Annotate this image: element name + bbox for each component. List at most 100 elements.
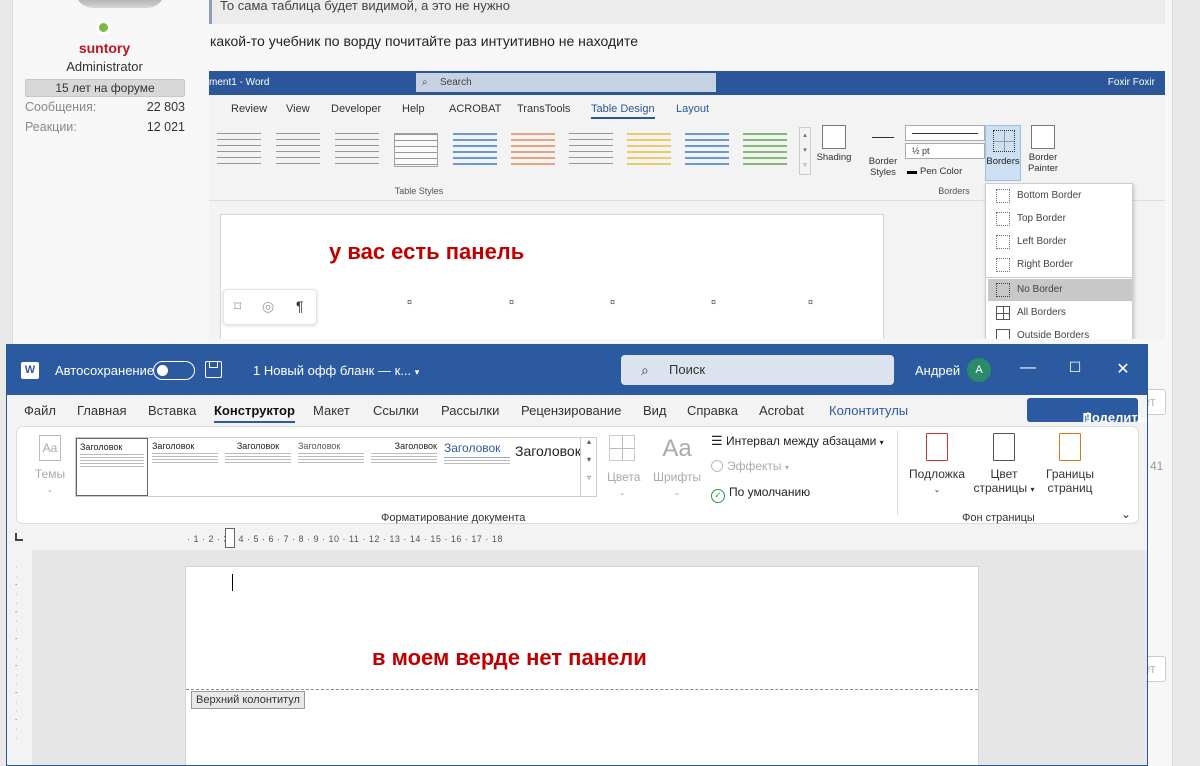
username[interactable]: suntory bbox=[24, 40, 185, 56]
tab-review[interactable]: Review bbox=[231, 103, 267, 115]
collapse-ribbon-icon[interactable]: ⌄ bbox=[1121, 507, 1131, 521]
tab-stop-selector[interactable] bbox=[15, 533, 23, 541]
horizontal-ruler[interactable]: · 1 · 2 · 3 · 4 · 5 · 6 · 7 · 8 · 9 · 10… bbox=[7, 528, 1147, 550]
tab-layout[interactable]: Макет bbox=[313, 403, 350, 418]
tab-file[interactable]: Файл bbox=[24, 403, 56, 418]
tab-view[interactable]: Вид bbox=[643, 403, 667, 418]
page-borders-label-2: страниц bbox=[1047, 481, 1093, 495]
tab-transtools[interactable]: TransTools bbox=[517, 103, 570, 115]
pilcrow-icon[interactable]: ¶ bbox=[296, 298, 304, 314]
style-set[interactable]: Заголовок bbox=[368, 438, 440, 496]
tab-design[interactable]: Конструктор bbox=[214, 403, 295, 423]
style-set[interactable]: Заголовок bbox=[441, 438, 513, 496]
page-color-button[interactable]: Цвет страницы ▾ bbox=[969, 433, 1039, 495]
table-style[interactable] bbox=[743, 133, 787, 167]
border-styles-label-2: Styles bbox=[870, 167, 896, 178]
shading-button[interactable]: Shading bbox=[813, 125, 855, 163]
autosave-label: Автосохранение bbox=[55, 363, 155, 378]
vertical-ruler[interactable]: · · - · · - · · - · · - · · - · · - · · bbox=[15, 563, 25, 763]
table-style[interactable] bbox=[394, 133, 438, 167]
tab-help[interactable]: Справка bbox=[687, 403, 738, 418]
avatar[interactable] bbox=[75, 0, 165, 8]
table-style[interactable] bbox=[627, 133, 671, 167]
set-default-button[interactable]: ✓ По умолчанию bbox=[711, 485, 810, 503]
search-box[interactable]: ⌕ Search bbox=[416, 73, 716, 92]
border-painter-button[interactable]: Border Painter bbox=[1023, 125, 1063, 174]
menu-item-right-border[interactable]: Right Border bbox=[988, 254, 1132, 276]
style-set[interactable]: Заголовок bbox=[295, 438, 367, 496]
tab-references[interactable]: Ссылки bbox=[373, 403, 419, 418]
gallery-scroll[interactable]: ▴ ▾ ▿ bbox=[580, 437, 597, 497]
maximize-icon[interactable]: ☐ bbox=[1065, 359, 1085, 376]
menu-item-all-borders[interactable]: All Borders bbox=[988, 302, 1132, 324]
bookmark-icon[interactable]: ⌑ bbox=[234, 298, 241, 315]
save-icon[interactable] bbox=[205, 361, 222, 378]
document-page[interactable]: у вас есть панель ¤ ¤ ¤ ¤ ¤ ¤ ⌑ ◎ ¶ bbox=[220, 214, 884, 339]
tab-help[interactable]: Help bbox=[402, 103, 425, 115]
indent-marker[interactable] bbox=[225, 528, 235, 548]
page-color-icon bbox=[993, 433, 1015, 461]
table-style[interactable] bbox=[569, 133, 613, 167]
tab-table-design[interactable]: Table Design bbox=[591, 103, 655, 119]
pen-weight-dropdown[interactable]: ½ pt bbox=[905, 143, 985, 159]
tab-developer[interactable]: Developer bbox=[331, 103, 381, 115]
watermark-button[interactable]: Подложка ⌄ bbox=[907, 433, 967, 495]
style-set[interactable]: Заголовок bbox=[222, 438, 294, 496]
fonts-button[interactable]: Aa Шрифты ⌄ bbox=[653, 435, 701, 498]
camera-icon[interactable]: ◎ bbox=[262, 298, 274, 315]
minimize-icon[interactable]: — bbox=[1018, 359, 1038, 377]
avatar[interactable]: A bbox=[967, 358, 991, 382]
user-name[interactable]: Foxir Foxir bbox=[1108, 77, 1155, 88]
borders-dropdown-menu: Bottom Border Top Border Left Border Rig… bbox=[985, 183, 1133, 339]
tab-insert[interactable]: Вставка bbox=[148, 403, 196, 418]
autosave-toggle[interactable] bbox=[153, 361, 195, 380]
effects-button[interactable]: Эффекты ▾ bbox=[711, 459, 789, 473]
table-style[interactable] bbox=[276, 133, 320, 167]
table-style[interactable] bbox=[453, 133, 497, 167]
fonts-label: Шрифты bbox=[653, 470, 702, 484]
share-button[interactable]: ⇪ Поделиться bbox=[1027, 398, 1147, 425]
tab-home[interactable]: Главная bbox=[77, 403, 126, 418]
gallery-scroll[interactable]: ▴ ▾ ▿ bbox=[799, 127, 811, 175]
tab-acrobat[interactable]: ACROBAT bbox=[449, 103, 501, 115]
colors-button[interactable]: Цвета ⌄ bbox=[607, 435, 640, 498]
style-set[interactable]: Заголовок bbox=[149, 438, 221, 496]
table-style[interactable] bbox=[335, 133, 379, 167]
menu-item-left-border[interactable]: Left Border bbox=[988, 231, 1132, 253]
table-style[interactable] bbox=[685, 133, 729, 167]
pen-color-button[interactable]: Pen Color bbox=[907, 164, 962, 177]
paragraph-spacing-button[interactable]: ☰ Интервал между абзацами ▾ bbox=[711, 433, 884, 449]
word-logo-icon: W bbox=[21, 362, 39, 379]
page-borders-button[interactable]: Границы страниц bbox=[1041, 433, 1099, 495]
table-style[interactable] bbox=[217, 133, 261, 167]
menu-item-outside-borders[interactable]: Outside Borders bbox=[988, 325, 1132, 339]
search-box[interactable]: ⌕ Поиск bbox=[621, 355, 894, 385]
tab-view[interactable]: View bbox=[286, 103, 310, 115]
group-label-page-background: Фон страницы bbox=[962, 512, 1035, 524]
user-name[interactable]: Андрей bbox=[915, 363, 960, 378]
style-set[interactable]: Заголовок bbox=[76, 438, 148, 496]
search-placeholder: Search bbox=[440, 77, 472, 88]
document-page[interactable]: в моем верде нет панели Верхний колонтит… bbox=[185, 566, 979, 765]
tab-layout[interactable]: Layout bbox=[676, 103, 709, 115]
border-styles-button[interactable]: Border Styles bbox=[861, 129, 905, 178]
chevron-down-icon: ⌄ bbox=[673, 488, 681, 497]
style-set[interactable]: Заголовок bbox=[512, 438, 582, 496]
line-style-dropdown[interactable] bbox=[905, 125, 985, 141]
group-divider bbox=[897, 431, 898, 515]
menu-item-no-border[interactable]: No Border bbox=[988, 279, 1132, 301]
borders-button[interactable]: Borders bbox=[985, 125, 1021, 181]
menu-item-top-border[interactable]: Top Border bbox=[988, 208, 1132, 230]
menu-item-bottom-border[interactable]: Bottom Border bbox=[988, 185, 1132, 207]
tab-acrobat[interactable]: Acrobat bbox=[759, 403, 804, 418]
table-style[interactable] bbox=[511, 133, 555, 167]
document-title: ment1 - Word bbox=[209, 77, 270, 88]
themes-button[interactable]: Aa Темы ⌄ bbox=[31, 435, 69, 495]
close-icon[interactable]: ✕ bbox=[1113, 359, 1133, 379]
document-title[interactable]: 1 Новый офф бланк — к... ▾ bbox=[253, 363, 419, 378]
page-color-label-2: страницы bbox=[973, 481, 1028, 495]
watermark-icon bbox=[926, 433, 948, 461]
tab-header-footer[interactable]: Колонтитулы bbox=[829, 403, 908, 418]
tab-review[interactable]: Рецензирование bbox=[521, 403, 621, 418]
tab-mailings[interactable]: Рассылки bbox=[441, 403, 499, 418]
